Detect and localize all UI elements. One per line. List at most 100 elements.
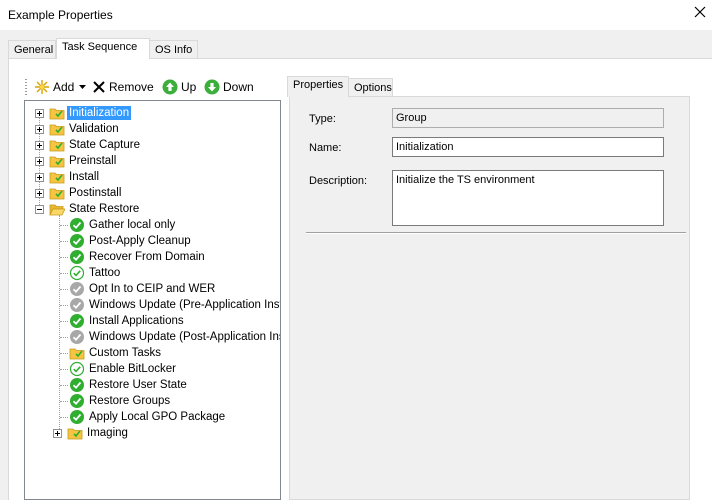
tree-label: Imaging (87, 427, 128, 439)
remove-x-icon (93, 81, 105, 93)
check-outline-icon (69, 265, 85, 281)
dropdown-arrow-icon (79, 85, 87, 89)
grey-check-icon (70, 298, 84, 312)
tree-label: Preinstall (69, 155, 117, 167)
tree-item-step[interactable]: Restore User State (69, 377, 189, 393)
tree-item-step[interactable]: Post-Apply Cleanup (69, 233, 193, 249)
tree-connector (60, 257, 68, 258)
remove-label: Remove (109, 80, 154, 94)
tree-connector (60, 417, 68, 418)
tree-item-step[interactable]: Opt In to CEIP and WER (69, 281, 217, 297)
tree-item-step[interactable]: Recover From Domain (69, 249, 207, 265)
up-button[interactable]: Up (162, 78, 196, 96)
green-check-icon (70, 250, 84, 264)
expand-icon[interactable] (35, 109, 44, 118)
tree-label: Opt In to CEIP and WER (89, 283, 216, 295)
expand-icon[interactable] (35, 141, 44, 150)
tree-label: State Restore (69, 203, 140, 215)
tree-item-imaging[interactable]: Imaging (53, 425, 130, 441)
tab-properties[interactable]: Properties (287, 76, 349, 97)
tree-item-state-capture[interactable]: State Capture (35, 137, 142, 153)
tree-item-install[interactable]: Install (35, 169, 101, 185)
tree-item-postinstall[interactable]: Postinstall (35, 185, 123, 201)
tree-item-step[interactable]: Restore Groups (69, 393, 172, 409)
tree-item-state-restore[interactable]: State Restore (35, 201, 141, 217)
expand-icon[interactable] (35, 125, 44, 134)
expand-icon[interactable] (53, 429, 62, 438)
tree-label: Recover From Domain (89, 251, 205, 263)
green-check-icon (70, 218, 84, 232)
add-button[interactable]: Add (34, 78, 87, 96)
folder-icon (49, 124, 65, 136)
tree-item-initialization[interactable]: Initialization (35, 105, 132, 121)
remove-button[interactable]: Remove (92, 78, 154, 96)
tree-item-step[interactable]: Windows Update (Post-Application Install (69, 329, 281, 345)
tree-connector (60, 385, 68, 386)
tree-label: Tattoo (89, 267, 121, 279)
tree-label: Post-Apply Cleanup (89, 235, 191, 247)
add-label: Add (53, 80, 75, 94)
tree-item-step[interactable]: Install Applications (69, 313, 186, 329)
tree-connector (60, 225, 68, 226)
window-title: Example Properties (8, 8, 113, 22)
tree-item-validation[interactable]: Validation (35, 121, 121, 137)
tree-label: Windows Update (Pre-Application Installa (89, 299, 281, 311)
description-field[interactable]: Initialize the TS environment (392, 170, 664, 226)
name-label: Name: (309, 142, 342, 154)
tree-connector (60, 353, 68, 354)
down-label: Down (223, 80, 254, 94)
tree-label: Validation (69, 123, 119, 135)
green-check-icon (70, 314, 84, 328)
tree-connector (60, 305, 68, 306)
tab-options[interactable]: Options (348, 78, 393, 96)
tree-label: Restore User State (89, 379, 187, 391)
expand-icon[interactable] (35, 173, 44, 182)
tree-item-step[interactable]: Tattoo (69, 265, 122, 281)
check-outline-icon (69, 361, 85, 377)
green-check-icon (70, 378, 84, 392)
tree-label: State Capture (69, 139, 140, 151)
folder-open-icon (49, 204, 65, 216)
tree-item-step[interactable]: Gather local only (69, 217, 177, 233)
tree-label: Custom Tasks (89, 347, 162, 359)
expand-icon[interactable] (35, 157, 44, 166)
tab-task-sequence[interactable]: Task Sequence (56, 38, 150, 59)
tree-connector (60, 369, 68, 370)
tree-item-step[interactable]: Enable BitLocker (69, 361, 178, 377)
tree-label: Gather local only (89, 219, 176, 231)
title-bar: Example Properties (0, 0, 712, 30)
grey-check-icon (70, 282, 84, 296)
folder-icon (49, 140, 65, 152)
expand-icon[interactable] (35, 189, 44, 198)
up-label: Up (181, 80, 197, 94)
green-check-icon (70, 410, 84, 424)
green-check-icon (70, 394, 84, 408)
tree-item-step[interactable]: Apply Local GPO Package (69, 409, 227, 425)
tab-general[interactable]: General (8, 40, 56, 58)
tree-connector (60, 241, 68, 242)
tree-connector (59, 215, 60, 431)
tab-os-info[interactable]: OS Info (149, 40, 198, 58)
tree-connector (60, 321, 68, 322)
description-label: Description: (309, 175, 368, 187)
type-label: Type: (309, 113, 336, 125)
folder-icon (49, 108, 65, 120)
tree-label: Windows Update (Post-Application Install (89, 331, 281, 343)
folder-icon (49, 172, 65, 184)
tree-label: Apply Local GPO Package (89, 411, 226, 423)
down-button[interactable]: Down (204, 78, 254, 96)
tree-label: Install Applications (89, 315, 184, 327)
tree-item-step[interactable]: Windows Update (Pre-Application Installa (69, 297, 281, 313)
tree-label: Enable BitLocker (89, 363, 176, 375)
task-sequence-tree[interactable]: Initialization Validation State Capture … (24, 100, 281, 500)
divider (306, 232, 686, 234)
down-arrow-icon (204, 79, 220, 95)
tree-item-step[interactable]: Custom Tasks (69, 345, 163, 361)
close-icon[interactable] (692, 4, 708, 20)
tree-item-preinstall[interactable]: Preinstall (35, 153, 118, 169)
up-arrow-icon (162, 79, 178, 95)
collapse-icon[interactable] (35, 205, 44, 214)
folder-icon (67, 428, 83, 440)
toolbar-grip (25, 79, 27, 95)
name-field[interactable]: Initialization (392, 137, 664, 157)
